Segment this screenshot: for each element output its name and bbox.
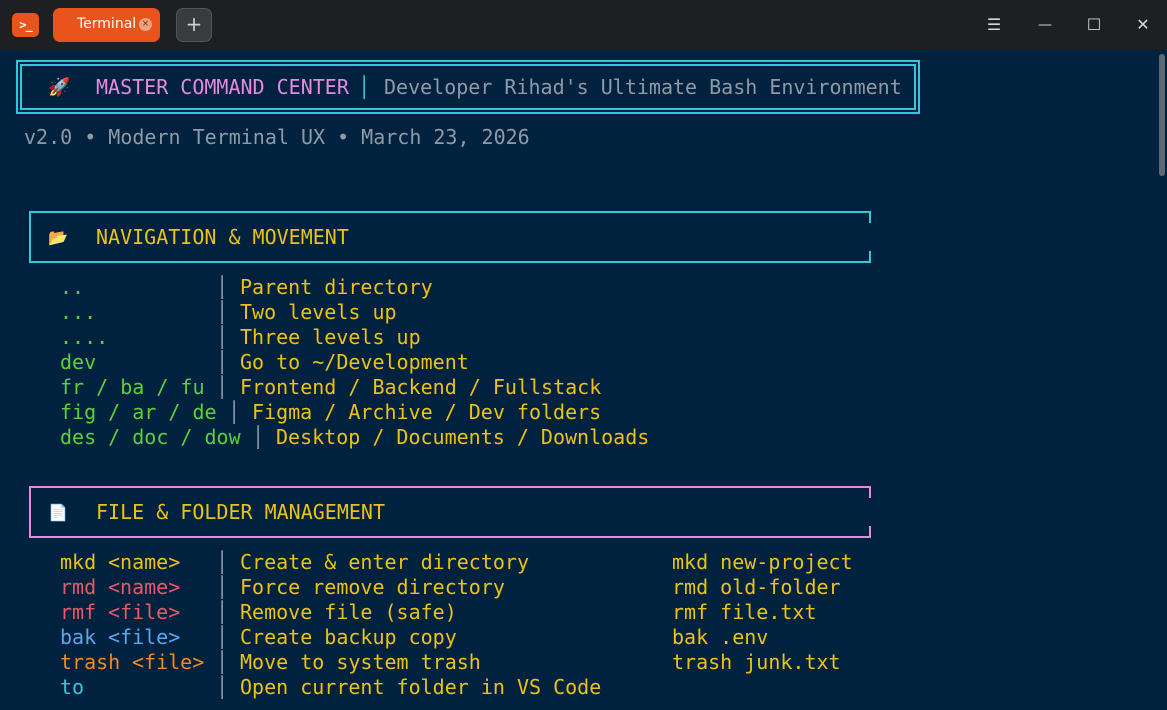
- nav-cmd: fig / ar / de: [60, 400, 217, 424]
- column-separator: │: [216, 300, 229, 324]
- column-separator: │: [228, 400, 241, 424]
- column-separator: │: [216, 550, 229, 574]
- file-cmd-arg: <name>: [108, 575, 181, 599]
- tab-label: Terminal: [77, 16, 137, 32]
- file-cmd: rmd: [60, 575, 97, 599]
- column-separator: │: [216, 325, 229, 349]
- column-separator: │: [216, 600, 229, 624]
- nav-cmd: ....: [60, 325, 109, 349]
- banner-title: MASTER COMMAND CENTER: [96, 75, 349, 99]
- file-cmd: bak: [60, 625, 97, 649]
- document-icon: 📄: [48, 503, 68, 522]
- file-cmd: to: [60, 675, 85, 699]
- nav-cmd: ...: [60, 300, 97, 324]
- scrollbar-thumb[interactable]: [1159, 54, 1165, 176]
- column-separator: │: [216, 375, 229, 399]
- file-example: rmf file.txt: [672, 600, 817, 624]
- minimize-button[interactable]: —: [1032, 12, 1058, 38]
- nav-desc: Frontend / Backend / Fullstack: [240, 375, 602, 399]
- file-cmd: mkd: [60, 550, 97, 574]
- maximize-button[interactable]: ☐: [1081, 12, 1107, 38]
- file-desc: Create backup copy: [240, 625, 457, 649]
- file-example: rmd old-folder: [672, 575, 841, 599]
- file-desc: Move to system trash: [240, 650, 481, 674]
- section-file-management-title: FILE & FOLDER MANAGEMENT: [96, 500, 385, 524]
- terminal-output[interactable]: 🚀 MASTER COMMAND CENTER │ Developer Riha…: [0, 50, 1167, 710]
- nav-desc: Three levels up: [240, 325, 421, 349]
- new-tab-button[interactable]: +: [176, 8, 212, 42]
- nav-desc: Figma / Archive / Dev folders: [252, 400, 602, 424]
- file-example: trash junk.txt: [672, 650, 841, 674]
- folder-icon: 📂: [48, 228, 68, 247]
- file-cmd-arg: <file>: [108, 600, 181, 624]
- close-button[interactable]: ✕: [1130, 12, 1156, 38]
- file-desc: Force remove directory: [240, 575, 505, 599]
- nav-cmd: dev: [60, 350, 97, 374]
- menu-icon[interactable]: ☰: [981, 12, 1007, 38]
- file-cmd-arg: <file>: [132, 650, 205, 674]
- scrollbar[interactable]: [1157, 50, 1167, 710]
- nav-desc: Two levels up: [240, 300, 397, 324]
- column-separator: │: [216, 675, 229, 699]
- title-bar: >_ Terminal × + ☰ — ☐ ✕: [0, 0, 1167, 50]
- column-separator: │: [216, 575, 229, 599]
- nav-desc: Desktop / Documents / Downloads: [276, 425, 650, 449]
- column-separator: │: [216, 625, 229, 649]
- version-line: v2.0 • Modern Terminal UX • March 23, 20…: [24, 125, 530, 149]
- tab-terminal[interactable]: Terminal ×: [53, 8, 160, 42]
- file-cmd-arg: <name>: [108, 550, 181, 574]
- column-separator: │: [216, 275, 229, 299]
- file-cmd: rmf: [60, 600, 97, 624]
- nav-cmd: ..: [60, 275, 85, 299]
- nav-desc: Parent directory: [240, 275, 433, 299]
- file-example: bak .env: [672, 625, 769, 649]
- column-separator: │: [216, 350, 229, 374]
- rocket-icon: 🚀: [48, 77, 71, 98]
- nav-cmd: fr / ba / fu: [60, 375, 205, 399]
- file-example: mkd new-project: [672, 550, 853, 574]
- column-separator: │: [252, 425, 265, 449]
- section-navigation-title: NAVIGATION & MOVEMENT: [96, 225, 349, 249]
- column-separator: │: [216, 650, 229, 674]
- file-cmd-arg: <file>: [108, 625, 181, 649]
- tab-close-icon[interactable]: ×: [139, 18, 152, 31]
- file-desc: Open current folder in VS Code: [240, 675, 602, 699]
- file-cmd: trash: [60, 650, 121, 674]
- file-desc: Remove file (safe): [240, 600, 457, 624]
- file-desc: Create & enter directory: [240, 550, 529, 574]
- banner-subtitle: Developer Rihad's Ultimate Bash Environm…: [384, 75, 902, 99]
- terminal-app-icon[interactable]: >_: [12, 13, 39, 37]
- nav-cmd: des / doc / dow: [60, 425, 241, 449]
- nav-desc: Go to ~/Development: [240, 350, 469, 374]
- banner-separator: │: [358, 75, 371, 99]
